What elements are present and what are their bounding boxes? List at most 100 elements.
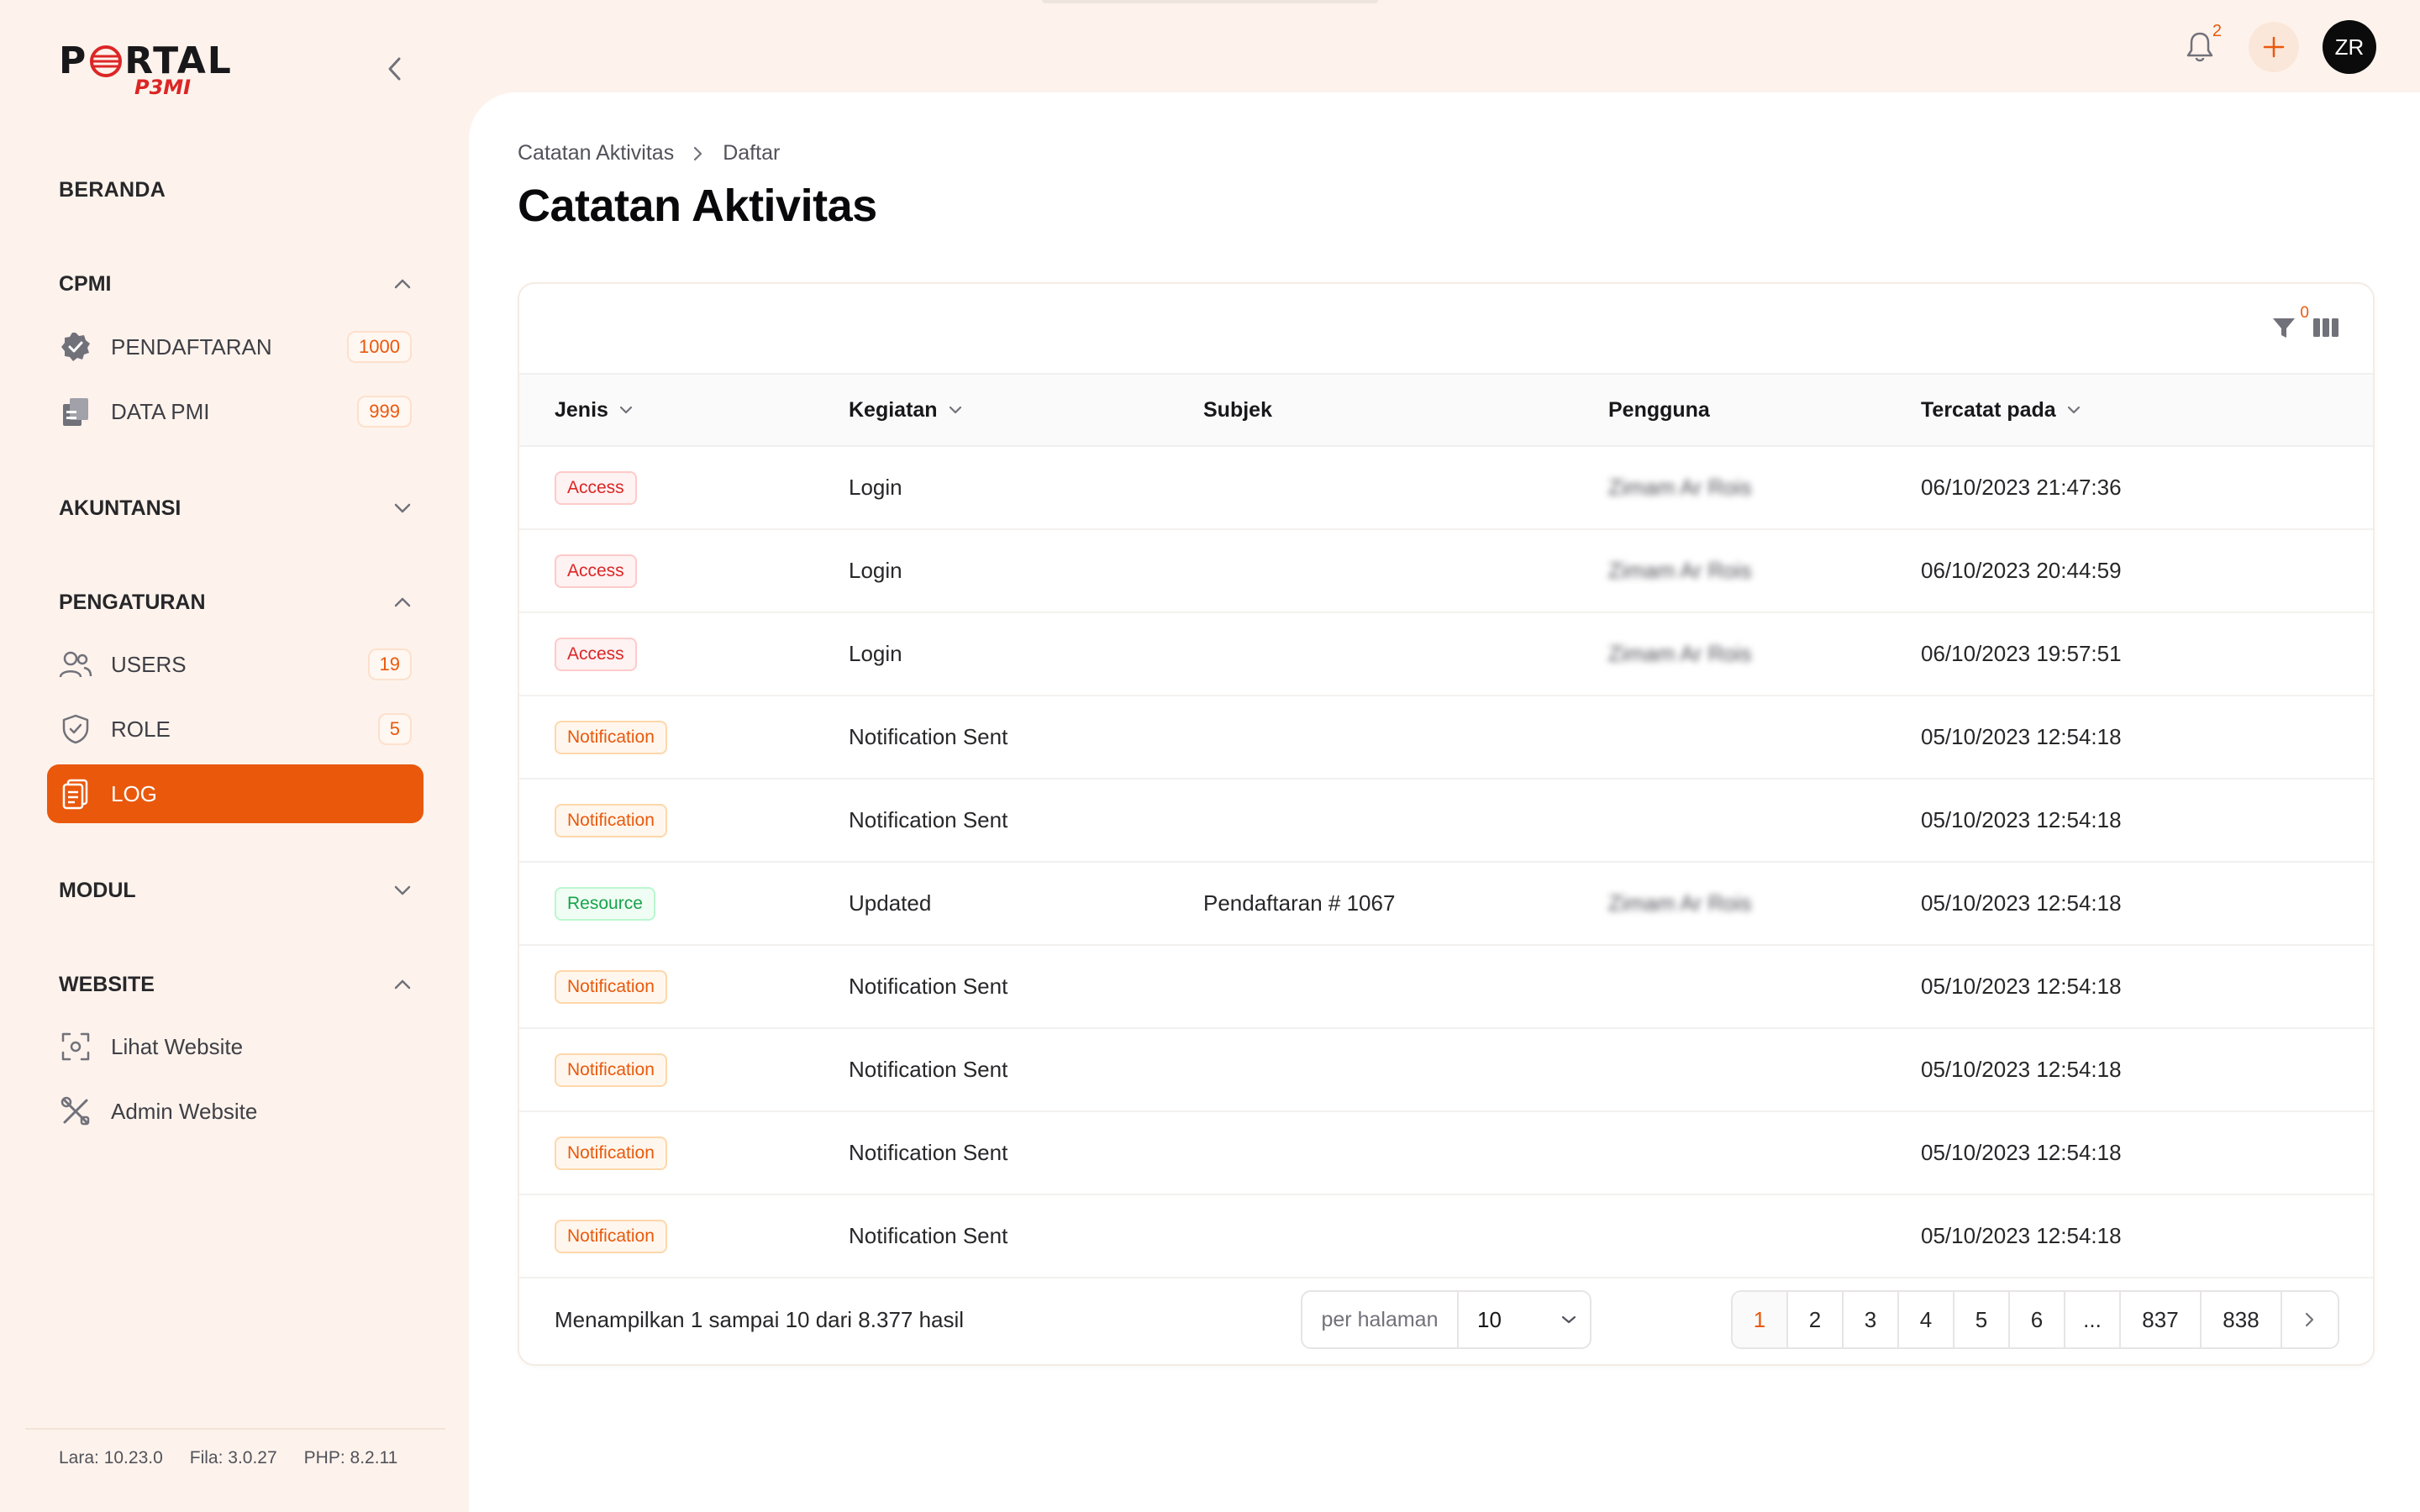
- page-button[interactable]: 5: [1954, 1292, 2010, 1347]
- column-header-tercatat-pada[interactable]: Tercatat pada: [1921, 373, 2373, 447]
- version-info: Lara: 10.23.0 Fila: 3.0.27 PHP: 8.2.11: [59, 1448, 397, 1468]
- sidebar-item-users[interactable]: USERS 19: [47, 635, 424, 694]
- type-badge: Access: [555, 637, 637, 671]
- nav-group-label: AKUNTANSI: [59, 496, 182, 520]
- logo-globe-icon: [90, 45, 123, 77]
- chevron-left-icon: [388, 57, 401, 81]
- type-badge: Access: [555, 554, 637, 588]
- pagination: 1 2 3 4 5 6... 837 838: [1731, 1290, 2339, 1349]
- nav-beranda[interactable]: BERANDA: [59, 178, 166, 202]
- table-row[interactable]: Notification Notification Sent 05/10/2023 …: [519, 1028, 2373, 1111]
- nav-group-akuntansi[interactable]: AKUNTANSI: [59, 491, 412, 525]
- cell-kegiatan: Login: [849, 475, 902, 500]
- sidebar-item-role[interactable]: ROLE 5: [47, 700, 424, 759]
- cell-jenis: Notification: [519, 696, 849, 779]
- nav-group-cpmi[interactable]: CPMI: [59, 267, 412, 301]
- table-row[interactable]: Notification Notification Sent 05/10/2023 …: [519, 696, 2373, 779]
- filter-button[interactable]: 0: [2265, 304, 2309, 346]
- cell-subjek: [1203, 696, 1608, 779]
- sort-chevron-icon: [949, 406, 961, 414]
- nav-group-pengaturan[interactable]: PENGATURAN: [59, 585, 412, 619]
- cell-jenis: Access: [519, 446, 849, 529]
- table-row[interactable]: Notification Notification Sent 05/10/2023 …: [519, 1194, 2373, 1278]
- cell-subjek: [1203, 446, 1608, 529]
- table-footer: Menampilkan 1 sampai 10 dari 8.377 hasil…: [519, 1275, 2373, 1364]
- column-label: Pengguna: [1608, 397, 1710, 422]
- nav-group-modul[interactable]: MODUL: [59, 874, 412, 907]
- pagination-ellipsis: ...: [2065, 1292, 2121, 1347]
- column-label: Subjek: [1203, 397, 1272, 422]
- page-button[interactable]: 2: [1788, 1292, 1844, 1347]
- table-row[interactable]: Access Login Zimam Ar Rois 06/10/2023 21:47…: [519, 446, 2373, 529]
- per-page-select[interactable]: per halaman 10: [1301, 1290, 1591, 1349]
- page-button[interactable]: 4: [1899, 1292, 1954, 1347]
- plus-icon: [2263, 36, 2285, 58]
- toggle-columns-button[interactable]: [2309, 311, 2343, 344]
- portal-logo[interactable]: P RTAL P3MI: [59, 40, 233, 100]
- sidebar-item-admin-website[interactable]: Admin Website: [47, 1082, 424, 1141]
- version-laravel: Lara: 10.23.0: [59, 1448, 163, 1467]
- sidebar-item-label: PENDAFTARAN: [111, 333, 272, 360]
- cell-jenis: Access: [519, 612, 849, 696]
- column-header-kegiatan[interactable]: Kegiatan: [849, 373, 1203, 447]
- documents-icon: [59, 395, 92, 428]
- table-row[interactable]: Notification Notification Sent 05/10/2023 …: [519, 1111, 2373, 1194]
- page-button[interactable]: 837: [2121, 1292, 2202, 1347]
- cell-pengguna: [1608, 779, 1921, 862]
- sidebar-item-data-pmi[interactable]: DATA PMI 999: [47, 382, 424, 441]
- page-button[interactable]: 3: [1844, 1292, 1899, 1347]
- table-row[interactable]: Notification Notification Sent 05/10/2023 …: [519, 945, 2373, 1028]
- verified-badge-icon: [59, 330, 92, 364]
- cell-subjek: [1203, 945, 1608, 1028]
- table-row[interactable]: Access Login Zimam Ar Rois 06/10/2023 20:44…: [519, 529, 2373, 612]
- chevron-right-icon: [694, 146, 702, 160]
- user-name: Zimam Ar Rois: [1608, 890, 1752, 916]
- funnel-icon: [2273, 318, 2295, 338]
- column-header-pengguna: Pengguna: [1608, 373, 1921, 447]
- next-page-button[interactable]: [2282, 1292, 2338, 1347]
- chevron-up-icon: [394, 597, 411, 607]
- cell-jenis: Notification: [519, 1111, 849, 1194]
- page-button[interactable]: 838: [2202, 1292, 2282, 1347]
- table-row[interactable]: Access Login Zimam Ar Rois 06/10/2023 19:57…: [519, 612, 2373, 696]
- page-button[interactable]: 1: [1733, 1292, 1788, 1347]
- cell-subjek: [1203, 779, 1608, 862]
- cell-jenis: Notification: [519, 945, 849, 1028]
- sidebar-item-label: Lihat Website: [111, 1033, 244, 1059]
- cell-subjek: [1203, 1111, 1608, 1194]
- cell-tercatat-pada: 05/10/2023 12:54:18: [1921, 974, 2122, 999]
- column-header-jenis[interactable]: Jenis: [519, 373, 849, 447]
- version-php: PHP: 8.2.11: [303, 1448, 398, 1467]
- type-badge: Notification: [555, 1053, 667, 1087]
- cell-subjek: [1203, 612, 1608, 696]
- cell-tercatat-pada: 05/10/2023 12:54:18: [1921, 1057, 2122, 1082]
- type-badge: Notification: [555, 803, 667, 837]
- main-content: Catatan Aktivitas Daftar Catatan Aktivit…: [469, 92, 2420, 1512]
- table-toolbar: 0: [519, 284, 2373, 373]
- count-badge: 999: [357, 396, 412, 428]
- cell-pengguna: Zimam Ar Rois: [1608, 612, 1921, 696]
- user-avatar[interactable]: ZR: [2323, 20, 2376, 74]
- chevron-up-icon: [394, 279, 411, 289]
- type-badge: Notification: [555, 1136, 667, 1170]
- notification-count: 2: [2212, 22, 2222, 40]
- sidebar-item-lihat-website[interactable]: Lihat Website: [47, 1017, 424, 1076]
- cell-pengguna: [1608, 945, 1921, 1028]
- table-row[interactable]: Notification Notification Sent 05/10/2023 …: [519, 779, 2373, 862]
- activity-table: Jenis Kegiatan Subjek Pengguna Tercatat …: [519, 373, 2373, 1278]
- table-row[interactable]: Resource Updated Pendaftaran # 1067 Zimam A…: [519, 862, 2373, 945]
- quick-create-button[interactable]: [2249, 22, 2299, 72]
- sidebar-item-pendaftaran[interactable]: PENDAFTARAN 1000: [47, 318, 424, 376]
- notifications-button[interactable]: 2: [2175, 22, 2225, 72]
- column-label: Kegiatan: [849, 397, 938, 422]
- page-button[interactable]: 6: [2010, 1292, 2065, 1347]
- cell-jenis: Notification: [519, 1194, 849, 1278]
- columns-icon: [2313, 318, 2338, 337]
- cell-pengguna: Zimam Ar Rois: [1608, 446, 1921, 529]
- sidebar-item-log[interactable]: LOG: [47, 764, 424, 823]
- collapse-sidebar-button[interactable]: [380, 54, 410, 84]
- breadcrumb-link-catatan-aktivitas[interactable]: Catatan Aktivitas: [518, 141, 674, 165]
- nav-group-website[interactable]: WEBSITE: [59, 968, 412, 1001]
- user-name: Zimam Ar Rois: [1608, 475, 1752, 500]
- cell-subjek: Pendaftaran # 1067: [1203, 890, 1396, 916]
